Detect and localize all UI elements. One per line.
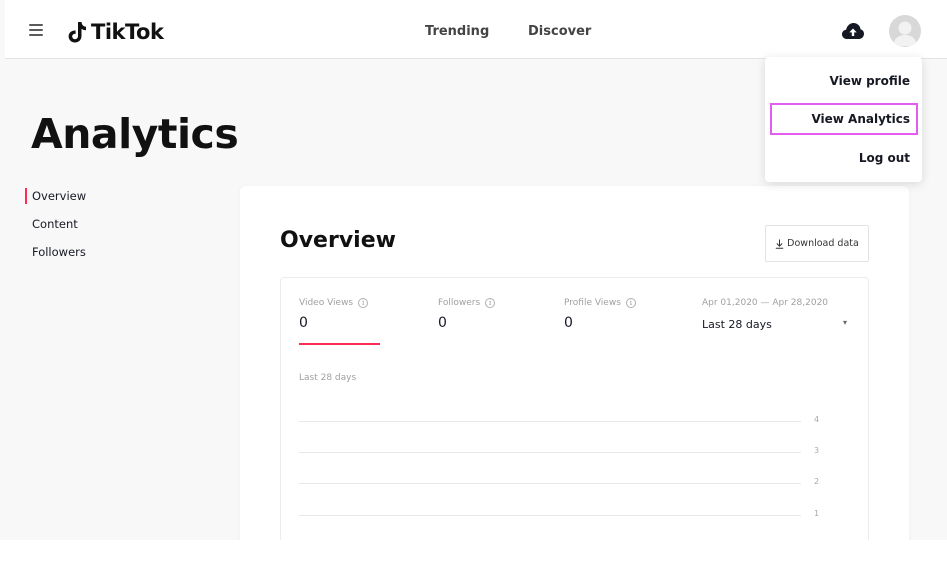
sidebar-item-followers[interactable]: Followers: [25, 244, 86, 272]
nav-trending[interactable]: Trending: [425, 24, 489, 39]
metric-value: 0: [438, 315, 447, 331]
chart-gridline: [299, 515, 801, 516]
download-data-button[interactable]: Download data: [765, 225, 869, 262]
sidebar-item-overview[interactable]: Overview: [25, 188, 86, 216]
sidebar-nav: Overview Content Followers: [25, 188, 86, 272]
logo-wordmark: TikTok: [91, 20, 164, 44]
info-icon[interactable]: i: [358, 298, 369, 308]
period-select-value: Last 28 days: [702, 318, 772, 331]
sidebar-item-content[interactable]: Content: [25, 216, 86, 244]
tiktok-logo[interactable]: TikTok: [67, 17, 164, 47]
overview-title: Overview: [280, 228, 396, 253]
profile-dropdown-menu: View profile View Analytics Log out: [765, 57, 922, 182]
metric-label: Video Views: [299, 298, 354, 308]
cloud-upload-icon[interactable]: [841, 21, 865, 41]
menu-item-log-out[interactable]: Log out: [859, 151, 910, 165]
chart-gridline: [299, 452, 801, 453]
chevron-down-icon: ▾: [842, 318, 847, 327]
user-silhouette-icon: [893, 21, 917, 46]
analytics-panel: Video Views i 0 Followers i 0 Profile Vi…: [280, 277, 869, 540]
y-tick-label: 4: [814, 415, 820, 424]
metric-value: 0: [299, 315, 308, 331]
nav-discover[interactable]: Discover: [528, 24, 591, 39]
avatar[interactable]: [889, 15, 921, 47]
app-viewport: TikTok Trending Discover Analytics Overv…: [0, 0, 947, 540]
overview-card: Overview Download data Video Views i 0 F…: [240, 186, 909, 540]
metric-followers[interactable]: Followers i 0: [438, 298, 496, 331]
y-tick-label: 3: [814, 446, 820, 455]
metric-video-views[interactable]: Video Views i 0: [299, 298, 369, 331]
metric-label: Followers: [438, 298, 481, 308]
metric-label: Profile Views: [564, 298, 621, 308]
top-header: TikTok Trending Discover: [5, 0, 947, 59]
date-range: Apr 01,2020 — Apr 28,2020: [702, 298, 829, 308]
hamburger-menu-icon[interactable]: [29, 24, 43, 36]
chart-gridline: [299, 421, 801, 422]
chart-gridline: [299, 483, 801, 484]
y-tick-label: 1: [814, 509, 820, 518]
chart-label: Last 28 days: [299, 373, 357, 383]
y-tick-label: 2: [814, 477, 820, 486]
download-label: Download data: [787, 238, 859, 249]
page-bottom-margin: [0, 540, 947, 563]
tiktok-note-icon: [68, 22, 86, 43]
selected-metric-indicator: [299, 343, 380, 345]
info-icon[interactable]: i: [625, 298, 636, 308]
download-icon: [775, 239, 784, 249]
page-title: Analytics: [31, 110, 239, 158]
menu-item-view-profile[interactable]: View profile: [830, 74, 911, 88]
info-icon[interactable]: i: [485, 298, 496, 308]
period-select[interactable]: Last 28 days ▾: [702, 318, 847, 331]
metric-profile-views[interactable]: Profile Views i 0: [564, 298, 636, 331]
menu-item-view-analytics[interactable]: View Analytics: [770, 103, 918, 135]
metric-value: 0: [564, 315, 573, 331]
